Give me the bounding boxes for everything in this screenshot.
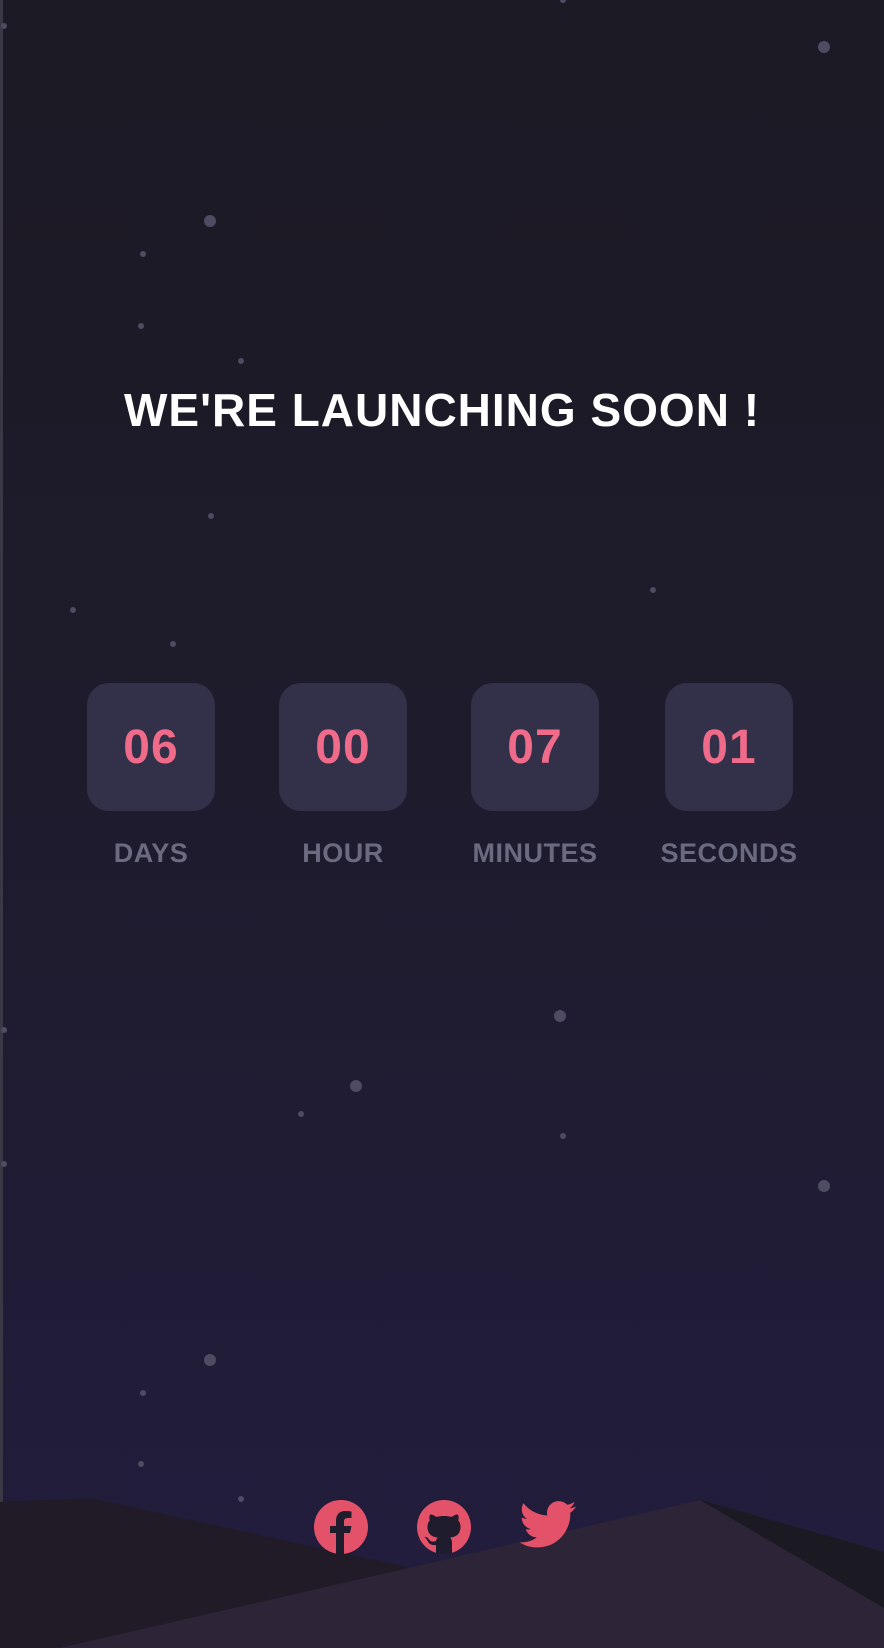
minutes-value: 07 [471,683,599,811]
twitter-icon [519,1501,576,1548]
seconds-label: SECONDS [660,838,798,868]
hours-value: 00 [279,683,407,811]
twitter-link[interactable] [519,1498,577,1556]
countdown-hours: 00 HOUR [272,683,432,883]
facebook-icon [314,1500,368,1554]
page-title: WE'RE LAUNCHING SOON ! [123,384,761,436]
days-label: DAYS [113,838,189,868]
countdown-days: 06 DAYS [80,683,240,883]
social-links [0,1498,884,1558]
github-icon [417,1500,471,1554]
countdown-minutes: 07 MINUTES [464,683,624,883]
facebook-link[interactable] [312,1498,370,1556]
hours-label: HOUR [302,838,384,868]
countdown-page: WE'RE LAUNCHING SOON ! 06 DAYS 00 HOUR 0… [0,0,884,1648]
seconds-value: 01 [665,683,793,811]
countdown-seconds: 01 SECONDS [658,683,818,883]
github-link[interactable] [415,1498,473,1556]
days-value: 06 [87,683,215,811]
minutes-label: MINUTES [472,838,598,868]
countdown-timer: 06 DAYS 00 HOUR 07 MINUTES 01 SECONDS [0,683,884,883]
